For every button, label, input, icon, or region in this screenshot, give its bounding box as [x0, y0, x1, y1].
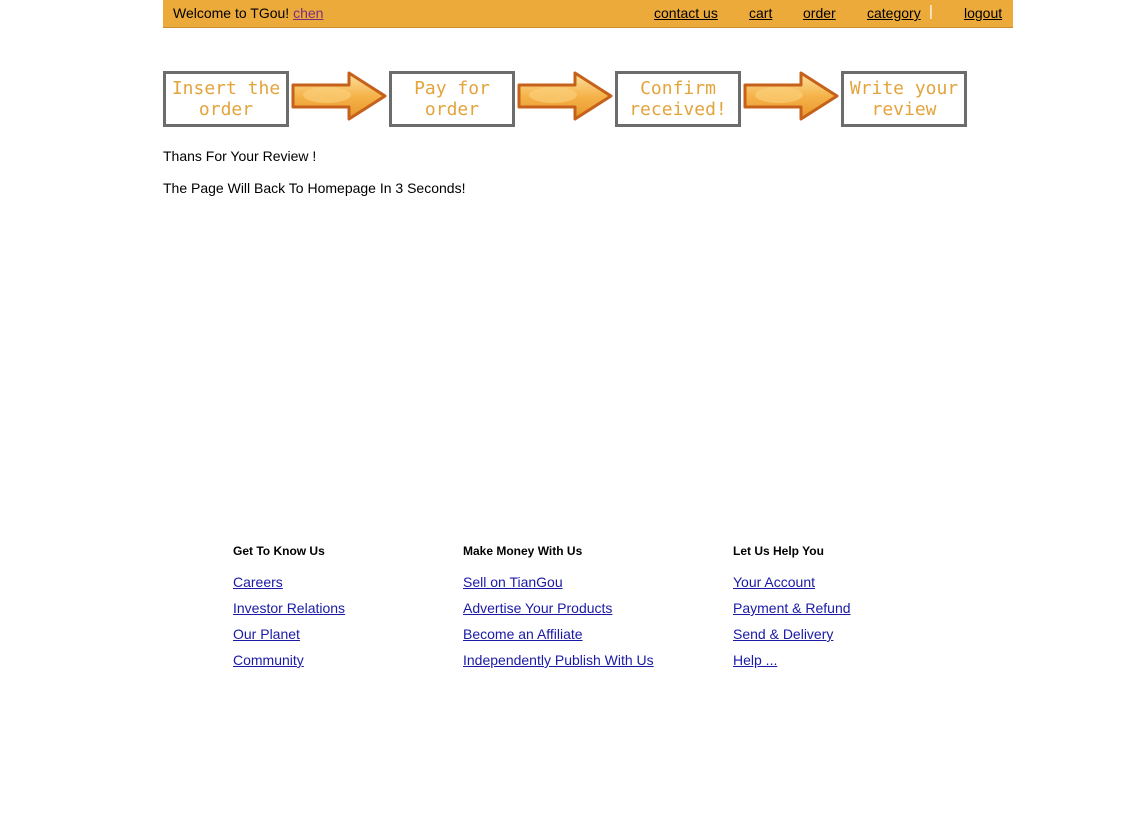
footer-link-help[interactable]: Help ... [733, 652, 777, 668]
right-arrow-icon [517, 71, 613, 121]
footer-link-list: Sell on TianGou Advertise Your Products … [463, 574, 654, 678]
footer-link-affiliate[interactable]: Become an Affiliate [463, 626, 583, 642]
footer-link-list: Careers Investor Relations Our Planet Co… [233, 574, 345, 678]
footer-heading: Get To Know Us [233, 544, 325, 558]
footer-link-payment-refund[interactable]: Payment & Refund [733, 600, 851, 616]
footer-link-our-planet[interactable]: Our Planet [233, 626, 300, 642]
footer-link-advertise[interactable]: Advertise Your Products [463, 600, 612, 616]
nav-logout[interactable]: logout [964, 5, 1002, 21]
welcome-text: Welcome to TGou! [173, 5, 290, 21]
footer-column-make-money: Make Money With Us Sell on TianGou Adver… [463, 543, 654, 678]
footer-link-publish[interactable]: Independently Publish With Us [463, 652, 654, 668]
redirect-message: The Page Will Back To Homepage In 3 Seco… [163, 180, 466, 196]
header-bar: Welcome to TGou! chen contact us cart or… [163, 0, 1013, 28]
right-arrow-icon [291, 71, 387, 121]
step-confirm-received: Confirm received! [615, 71, 741, 127]
username-link[interactable]: chen [293, 5, 323, 21]
page: Welcome to TGou! chen contact us cart or… [0, 0, 1142, 813]
footer-link-send-delivery[interactable]: Send & Delivery [733, 626, 833, 642]
nav-cart[interactable]: cart [749, 5, 772, 21]
footer-column-help: Let Us Help You Your Account Payment & R… [733, 543, 851, 678]
nav-contact-us[interactable]: contact us [654, 5, 718, 21]
footer-link-list: Your Account Payment & Refund Send & Del… [733, 574, 851, 678]
nav-order[interactable]: order [803, 5, 836, 21]
step-pay-order: Pay for order [389, 71, 515, 127]
footer-heading: Let Us Help You [733, 544, 824, 558]
footer-link-investor-relations[interactable]: Investor Relations [233, 600, 345, 616]
step-write-review: Write your review [841, 71, 967, 127]
footer-link-your-account[interactable]: Your Account [733, 574, 815, 590]
thanks-message: Thans For Your Review ! [163, 148, 317, 164]
footer-heading: Make Money With Us [463, 544, 583, 558]
nav-category[interactable]: category [867, 5, 921, 21]
nav-separator: | [929, 3, 933, 20]
footer-column-get-to-know-us: Get To Know Us Careers Investor Relation… [233, 543, 345, 678]
footer-link-careers[interactable]: Careers [233, 574, 283, 590]
right-arrow-icon [743, 71, 839, 121]
footer-link-community[interactable]: Community [233, 652, 304, 668]
welcome-message: Welcome to TGou! chen [173, 5, 323, 21]
step-insert-order: Insert the order [163, 71, 289, 127]
footer-link-sell[interactable]: Sell on TianGou [463, 574, 563, 590]
